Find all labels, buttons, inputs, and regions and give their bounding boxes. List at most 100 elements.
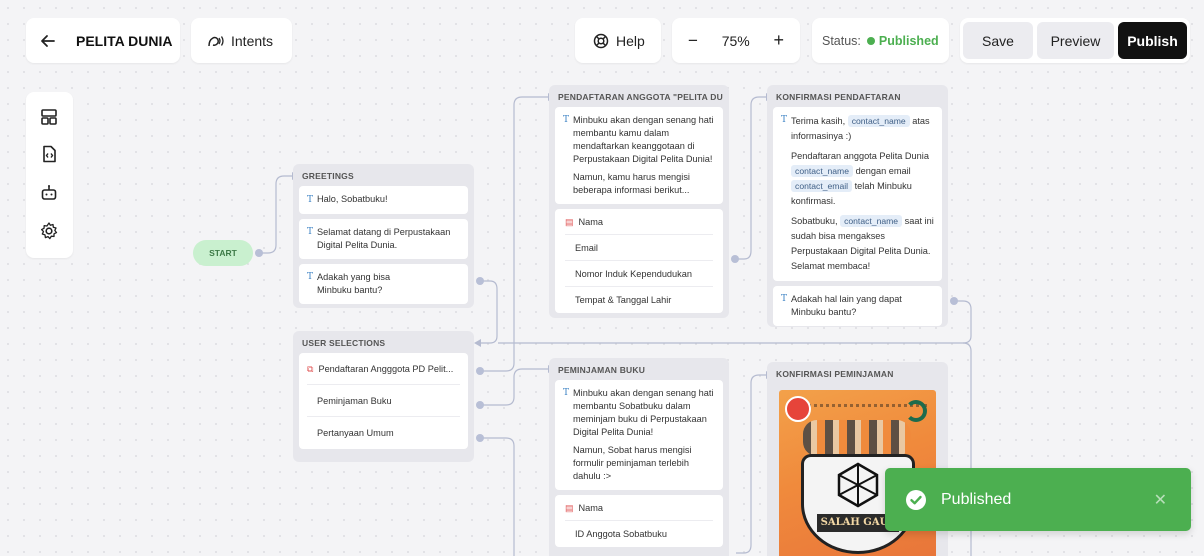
text-type-icon: T — [307, 195, 314, 205]
text-type-icon: T — [307, 227, 314, 237]
form-field-list: ▤ Nama ID Anggota Sobatbuku — [555, 495, 723, 547]
node-title: KONFIRMASI PEMINJAMAN — [776, 369, 894, 379]
user-selections-node[interactable]: USER SELECTIONS ⧉ Pendaftaran Angggota PD… — [293, 331, 474, 462]
greetings-node[interactable]: GREETINGS T Halo, Sobatbuku! T Selamat dat… — [293, 164, 474, 308]
selection-icon: ⧉ — [307, 364, 314, 374]
bot-icon[interactable] — [39, 183, 59, 203]
node-title: KONFIRMASI PENDAFTARAN — [776, 92, 901, 102]
card-text: Selamat datang di Perpustakaan Digital P… — [317, 227, 451, 250]
card-text: Pendaftaran anggota Pelita Dunia — [791, 151, 929, 161]
gear-icon[interactable] — [39, 221, 59, 241]
peminjaman-node[interactable]: PEMINJAMAN BUKU T Minbuku akan dengan se… — [549, 358, 729, 556]
card-text: Terima kasih, — [791, 116, 846, 126]
text-card[interactable]: T Selamat datang di Perpustakaan Digital … — [299, 219, 468, 259]
title-bar: PELITA DUNIA — [26, 18, 180, 63]
zoom-level: 75% — [721, 32, 750, 49]
status-dot — [866, 36, 875, 45]
text-type-icon: T — [307, 272, 314, 282]
selection-port[interactable] — [476, 401, 484, 409]
preview-button[interactable]: Preview — [1037, 22, 1114, 59]
text-type-icon: T — [563, 388, 570, 398]
variable-tag: contact_name — [847, 115, 910, 127]
intents-label: Intents — [231, 32, 274, 49]
field-label: Email — [575, 243, 598, 253]
start-node[interactable]: START — [193, 240, 253, 266]
card-text: Sobatbuku, — [791, 216, 838, 226]
card-text: Minbuku akan dengan senang hati membantu… — [573, 115, 714, 164]
text-card[interactable]: T Minbuku akan dengan senang hati memban… — [555, 107, 723, 204]
field-label: Nama — [578, 217, 604, 227]
exo-logo — [837, 462, 879, 508]
code-file-icon[interactable] — [39, 144, 59, 164]
selection-item[interactable]: Peminjaman Buku — [307, 385, 460, 417]
form-field[interactable]: Nomor Induk Kependudukan — [565, 261, 713, 287]
card-text: Adakah hal lain yang dapat Minbuku bantu… — [791, 294, 902, 317]
form-field[interactable]: ▤ Nama — [565, 209, 713, 235]
selection-list: ⧉ Pendaftaran Angggota PD Pelit... Peminj… — [299, 353, 468, 449]
pendaftaran-out-port[interactable] — [731, 255, 739, 263]
pendaftaran-node[interactable]: PENDAFTARAN ANGGOTA "PELITA DUNI... T Mi… — [549, 85, 729, 318]
save-button[interactable]: Save — [963, 22, 1034, 59]
text-card[interactable]: T Adakah yang bisa Minbuku bantu? — [299, 264, 468, 304]
status-indicator: Status: Published — [812, 18, 949, 63]
node-title: PEMINJAMAN BUKU — [558, 365, 646, 375]
arrow-left-icon — [41, 34, 55, 47]
zoom-in-button[interactable]: + — [773, 30, 784, 51]
back-button[interactable] — [40, 33, 56, 49]
card-text: Halo, Sobatbuku! — [317, 194, 388, 204]
selection-item[interactable]: Pertanyaan Umum — [307, 417, 460, 449]
variable-tag: contact_name — [791, 165, 853, 177]
cover-moon — [905, 400, 927, 422]
start-port[interactable] — [255, 249, 263, 257]
left-toolbar — [26, 92, 73, 258]
cover-badge — [785, 396, 811, 422]
field-label: Nama — [578, 503, 604, 513]
action-group: Save Preview Publish — [960, 18, 1190, 63]
selection-port[interactable] — [476, 367, 484, 375]
close-icon[interactable]: ✕ — [1154, 490, 1167, 510]
text-card[interactable]: T Minbuku akan dengan senang hati memban… — [555, 380, 723, 490]
card-text: Namun, Sobat harus mengisi formulir pemi… — [573, 445, 692, 481]
card-text: Adakah yang bisa Minbuku bantu? — [317, 272, 391, 295]
field-label: ID Anggota Sobatbuku — [575, 529, 667, 539]
text-card[interactable]: T Terima kasih, contact_name atas inform… — [773, 107, 942, 281]
selection-label: Peminjaman Buku — [317, 396, 392, 406]
variable-tag: contact_email — [791, 180, 853, 192]
status-value: Published — [878, 33, 939, 48]
form-field[interactable]: ID Anggota Sobatbuku — [565, 521, 713, 547]
text-type-icon: T — [563, 115, 570, 125]
konfirmasi-pendaftaran-node[interactable]: KONFIRMASI PENDAFTARAN T Terima kasih, c… — [767, 85, 948, 327]
publish-button[interactable]: Publish — [1117, 22, 1188, 59]
card-text: dengan email — [855, 166, 911, 176]
start-label: START — [209, 248, 237, 258]
text-card[interactable]: T Halo, Sobatbuku! — [299, 186, 468, 214]
intents-icon — [208, 35, 224, 46]
konfirmasi-out-port[interactable] — [950, 297, 958, 305]
published-toast: Published ✕ — [885, 468, 1191, 531]
form-icon: ▤ — [565, 503, 574, 513]
status-label: Status: — [822, 33, 861, 48]
node-title: USER SELECTIONS — [302, 338, 386, 348]
selection-label: Pendaftaran Angggota PD Pelit... — [318, 364, 454, 374]
zoom-out-button[interactable]: − — [688, 31, 698, 51]
form-field-list: ▤ Nama Email Nomor Induk Kependudukan Tem… — [555, 209, 723, 313]
form-field[interactable]: Tempat & Tanggal Lahir — [565, 287, 713, 313]
variable-tag: contact_name — [840, 215, 903, 227]
form-field[interactable]: ▤ Nama — [565, 495, 713, 521]
text-type-icon: T — [781, 294, 788, 304]
selection-label: Pertanyaan Umum — [317, 428, 394, 438]
selection-item[interactable]: ⧉ Pendaftaran Angggota PD Pelit... — [307, 353, 460, 385]
publish-label: Publish — [1127, 32, 1178, 49]
toast-message: Published — [941, 490, 1012, 508]
help-label: Help — [616, 32, 645, 49]
layout-icon[interactable] — [39, 107, 59, 127]
node-title: GREETINGS — [302, 171, 354, 181]
text-card[interactable]: T Adakah hal lain yang dapat Minbuku ban… — [773, 286, 942, 326]
help-button[interactable]: Help — [575, 18, 661, 63]
form-field[interactable]: Email — [565, 235, 713, 261]
selection-port[interactable] — [476, 434, 484, 442]
field-label: Tempat & Tanggal Lahir — [575, 295, 672, 305]
greetings-out-port[interactable] — [476, 277, 484, 285]
intents-button[interactable]: Intents — [191, 18, 292, 63]
page-title: PELITA DUNIA — [76, 32, 173, 49]
